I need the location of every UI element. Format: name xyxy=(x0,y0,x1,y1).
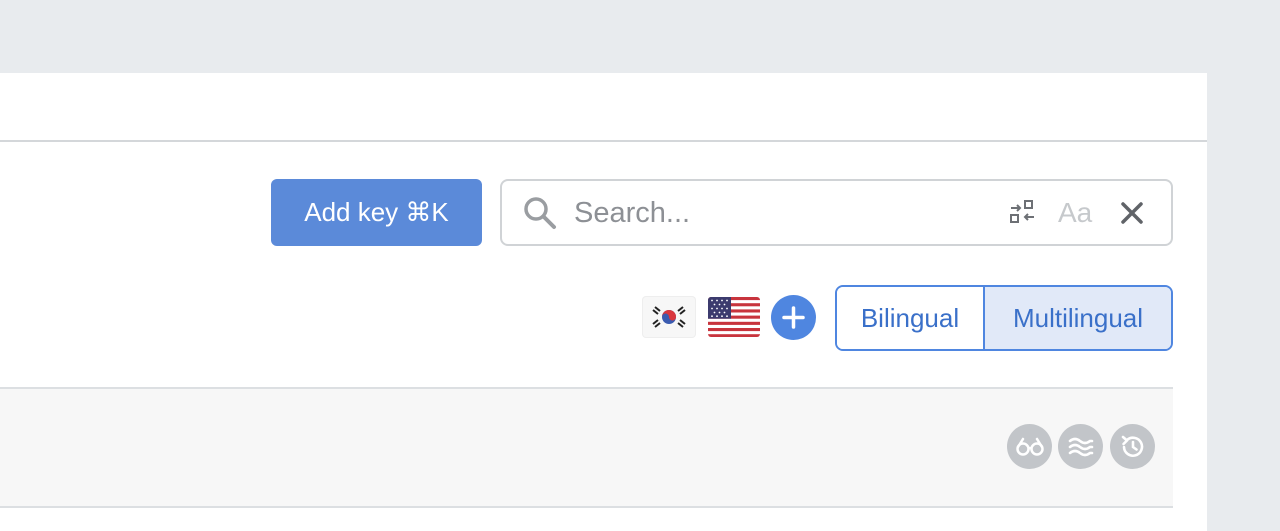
bilingual-mode-button[interactable]: Bilingual xyxy=(837,287,985,349)
search-input[interactable] xyxy=(574,191,994,235)
header-strip xyxy=(0,73,1207,142)
glasses-icon[interactable] xyxy=(1007,424,1052,469)
usa-flag-icon[interactable] xyxy=(708,297,760,337)
close-icon[interactable] xyxy=(1116,197,1148,229)
add-key-button[interactable]: Add key ⌘K xyxy=(271,179,482,246)
main-panel: Add key ⌘K Aa xyxy=(0,73,1207,531)
history-icon[interactable] xyxy=(1110,424,1155,469)
search-icon xyxy=(524,197,556,229)
table-row xyxy=(0,387,1173,508)
view-mode-toggle: Bilingual Multilingual xyxy=(835,285,1173,351)
match-case-toggle[interactable]: Aa xyxy=(1058,193,1092,233)
search-box[interactable]: Aa xyxy=(500,179,1173,246)
add-language-button[interactable] xyxy=(771,295,816,340)
korea-flag-icon[interactable] xyxy=(643,297,695,337)
multilingual-mode-button[interactable]: Multilingual xyxy=(985,287,1171,349)
plus-icon xyxy=(782,306,805,329)
regex-toggle-icon[interactable] xyxy=(1007,197,1039,229)
waves-icon[interactable] xyxy=(1058,424,1103,469)
